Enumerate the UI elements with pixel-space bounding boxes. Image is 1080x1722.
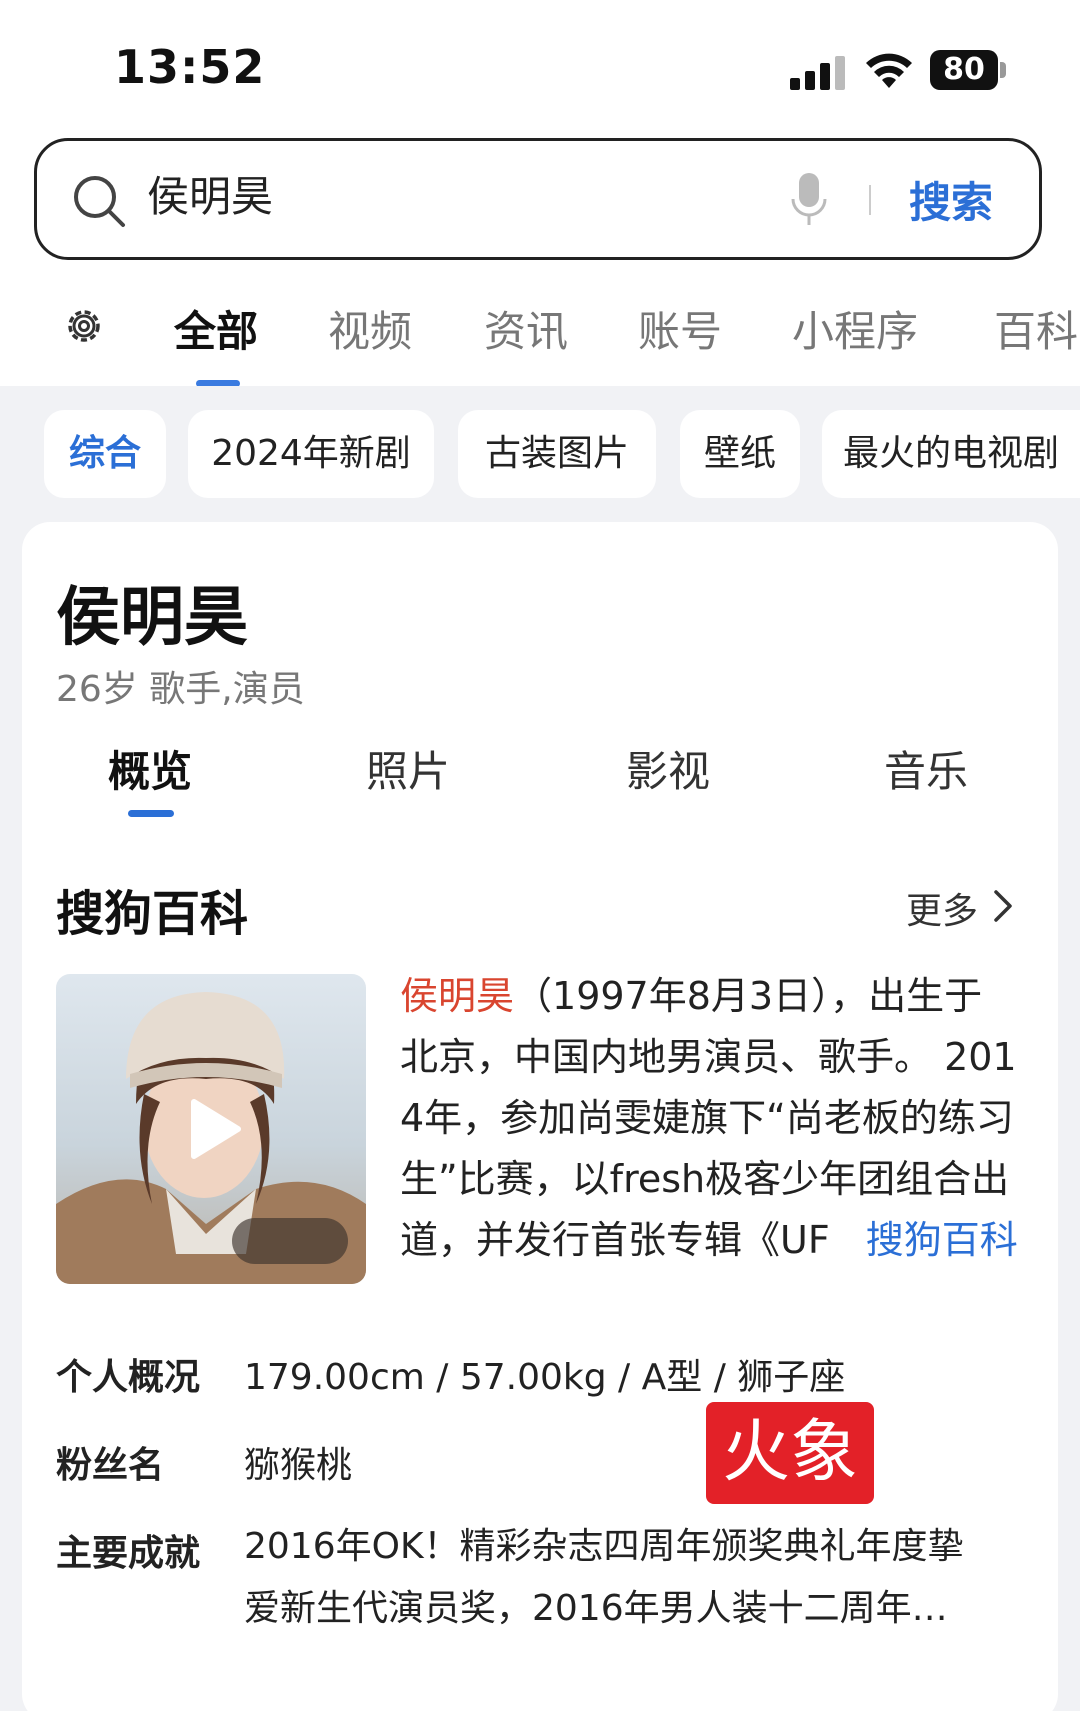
entity-tab-indicator <box>128 810 174 817</box>
intro-line-2: 北京，中国内地男演员、歌手。 201 <box>400 1035 1017 1079</box>
fans-value: 猕猴桃 <box>244 1445 353 1486</box>
search-button[interactable]: 搜索 <box>909 169 993 230</box>
profile-label: 个人概况 <box>56 1357 201 1398</box>
tab-encyclopedia[interactable]: 百科 <box>994 298 1078 359</box>
chip-2024-new-dramas[interactable]: 2024年新剧 <box>188 410 434 498</box>
fans-label: 粉丝名 <box>56 1445 165 1486</box>
entity-tab-photos[interactable]: 照片 <box>366 738 450 799</box>
entity-name: 侯明昊 <box>56 581 248 655</box>
profile-value: 179.00cm / 57.00kg / A型 / 狮子座 <box>244 1357 846 1398</box>
intro-line-5: 道，并发行首张专辑《UF 搜狗百科 <box>400 1210 1030 1271</box>
intro-line-3: 4年，参加尚雯婕旗下“尚老板的练习 <box>400 1096 1014 1140</box>
gear-icon[interactable] <box>62 304 106 348</box>
baike-section-title: 搜狗百科 <box>56 886 249 942</box>
main-tab-bar: 全部 视频 资讯 账号 小程序 百科 <box>0 290 1080 387</box>
search-divider <box>869 185 871 215</box>
achievement-label: 主要成就 <box>56 1533 201 1574</box>
intro-entity-link[interactable]: 侯明昊 <box>400 974 514 1018</box>
achievement-line-1: 2016年OK！精彩杂志四周年颁奖典礼年度挚 <box>244 1526 964 1567</box>
fire-element-badge: 火象 <box>706 1402 874 1504</box>
achievement-line-2: 爱新生代演员奖，2016年男人装十二周年… <box>244 1588 948 1629</box>
intro-text: （1997年8月3日），出生于 <box>514 974 983 1018</box>
baike-source-link[interactable]: 搜狗百科 <box>866 1218 1018 1262</box>
intro-text-truncated: 道，并发行首张专辑《UF <box>400 1218 830 1262</box>
entity-tab-overview[interactable]: 概览 <box>108 738 192 799</box>
status-bar: 13:52 80 <box>0 0 1080 130</box>
entity-tab-music[interactable]: 音乐 <box>884 738 968 799</box>
tab-all[interactable]: 全部 <box>174 298 258 359</box>
chevron-right-icon[interactable] <box>992 888 1014 924</box>
entity-subtitle: 26岁 歌手,演员 <box>56 669 305 710</box>
more-link[interactable]: 更多 <box>906 882 978 934</box>
battery-cap <box>1000 62 1006 78</box>
chip-wallpaper[interactable]: 壁纸 <box>680 410 800 498</box>
intro-line-1: 侯明昊（1997年8月3日），出生于 <box>400 966 1030 1027</box>
tab-news[interactable]: 资讯 <box>484 298 568 359</box>
entity-tab-films[interactable]: 影视 <box>626 738 710 799</box>
intro-line-4: 生”比赛，以fresh极客少年团组合出 <box>400 1157 1010 1201</box>
search-bar[interactable]: 搜索 <box>34 138 1042 260</box>
mic-icon[interactable] <box>789 171 829 227</box>
tab-mini-programs[interactable]: 小程序 <box>792 298 918 359</box>
tab-accounts[interactable]: 账号 <box>638 298 722 359</box>
search-input[interactable] <box>147 169 707 218</box>
baike-intro: 侯明昊（1997年8月3日），出生于 北京，中国内地男演员、歌手。 201 4年… <box>400 966 1030 1271</box>
wifi-icon <box>866 53 912 88</box>
search-icon <box>74 176 125 227</box>
chip-costume-photos[interactable]: 古装图片 <box>458 410 656 498</box>
battery-indicator: 80 <box>930 50 1006 90</box>
status-time: 13:52 <box>114 40 266 94</box>
chip-hottest-tv-series[interactable]: 最火的电视剧 <box>822 410 1080 498</box>
tab-video[interactable]: 视频 <box>328 298 412 359</box>
video-duration-pill <box>232 1218 348 1264</box>
video-thumbnail[interactable] <box>56 974 366 1284</box>
chip-comprehensive[interactable]: 综合 <box>44 410 166 498</box>
achievement-value: 2016年OK！精彩杂志四周年颁奖典礼年度挚 爱新生代演员奖，2016年男人装十… <box>244 1516 1024 1640</box>
battery-level: 80 <box>930 50 998 90</box>
play-icon[interactable] <box>176 1094 246 1164</box>
signal-icon <box>790 56 845 90</box>
